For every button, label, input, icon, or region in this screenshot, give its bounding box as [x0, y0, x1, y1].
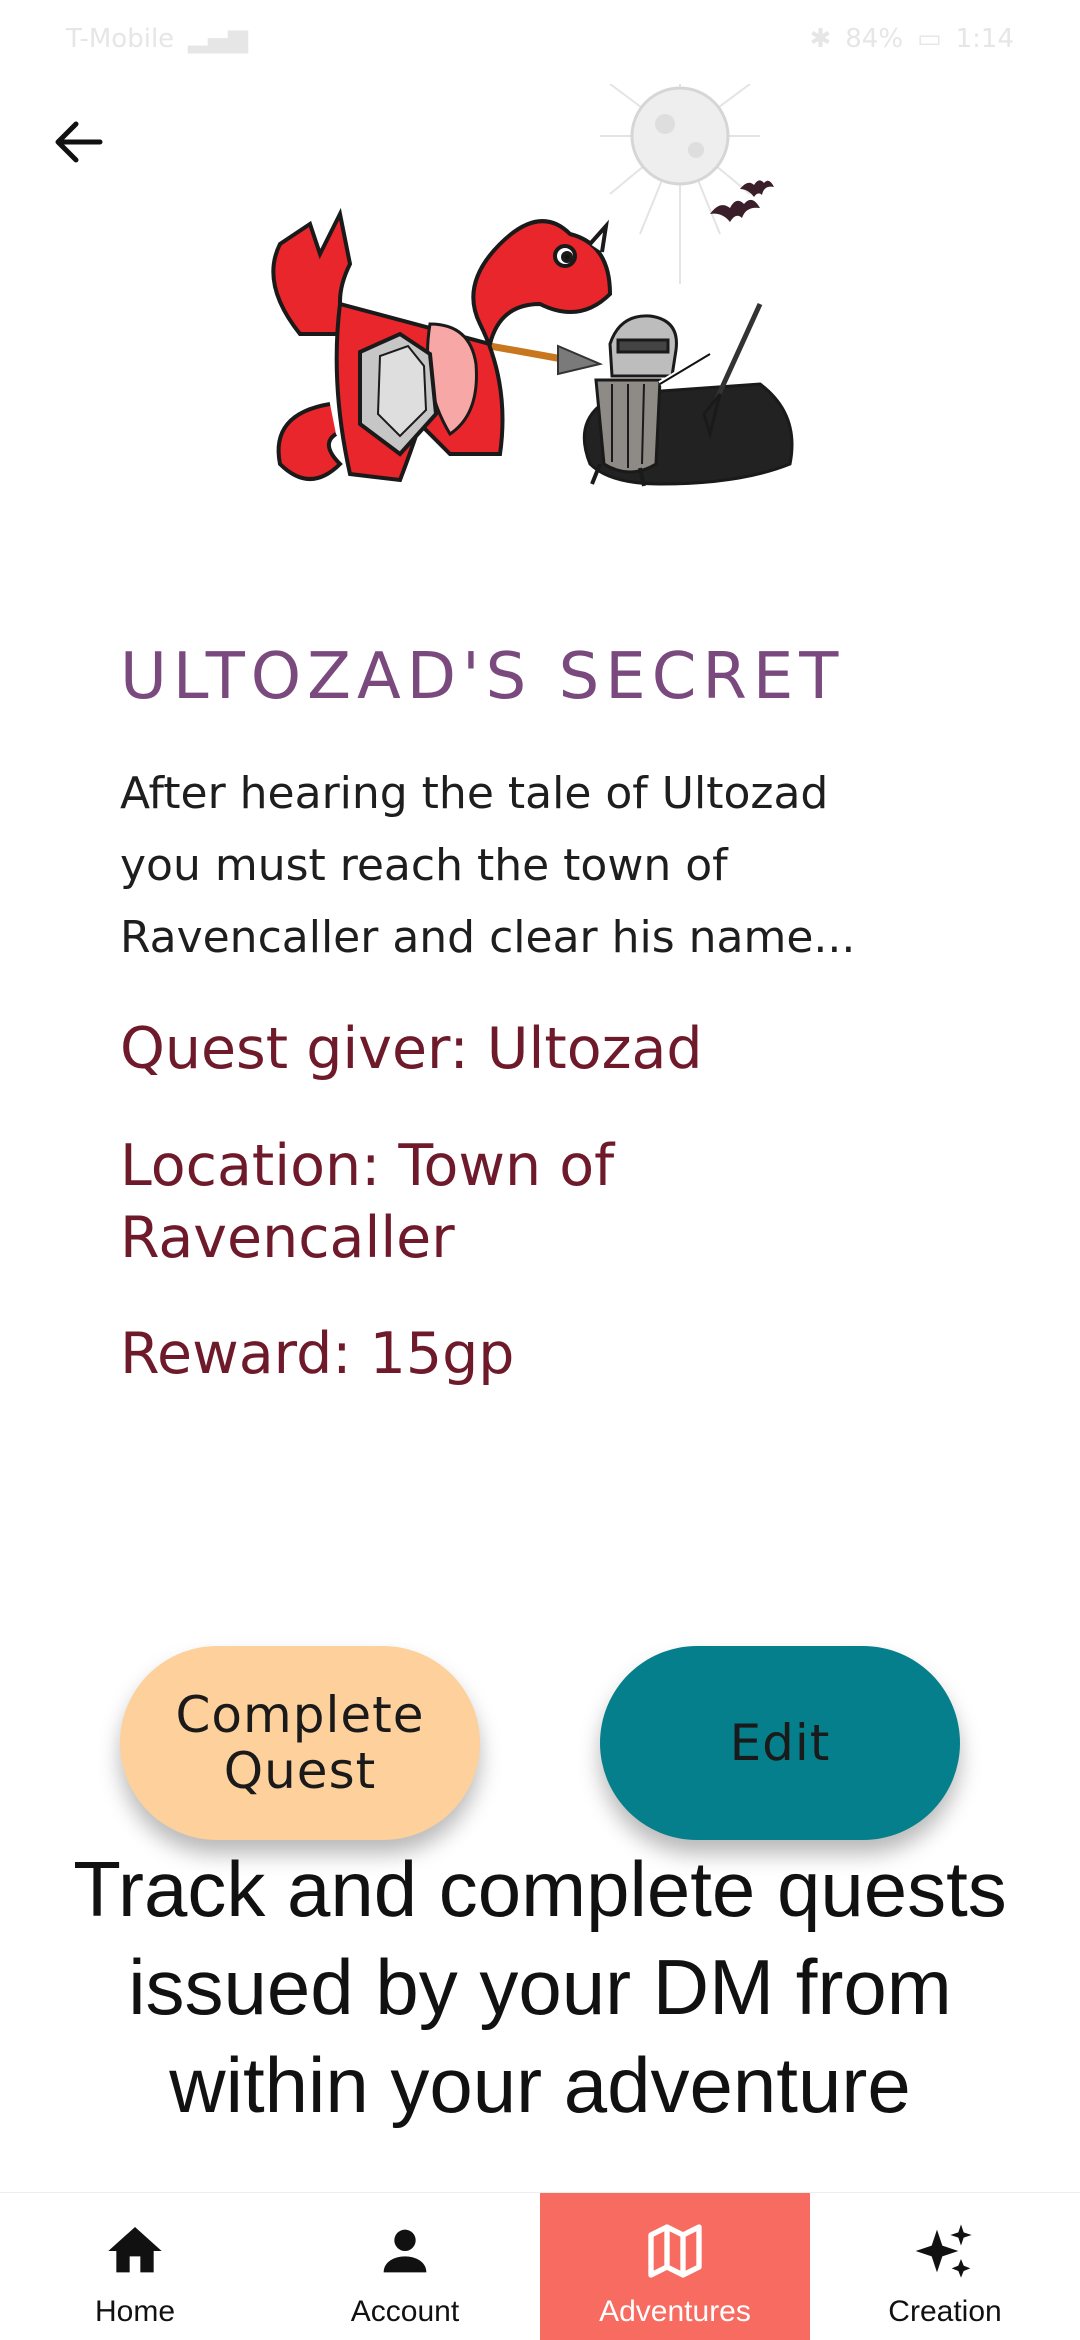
knight-figure	[582, 302, 794, 487]
nav-label-home: Home	[94, 2295, 176, 2328]
home-icon	[99, 2215, 171, 2287]
nav-label-adventures: Adventures	[599, 2295, 751, 2328]
status-left: T-Mobile ▂▄▆	[66, 24, 248, 54]
map-icon	[639, 2215, 711, 2287]
complete-quest-button[interactable]: Complete Quest	[120, 1646, 480, 1840]
quest-description: After hearing the tale of Ultozad you mu…	[120, 768, 856, 963]
status-bar: T-Mobile ▂▄▆ ✱ 84% ▭ 1:14	[0, 0, 1080, 78]
complete-quest-label: Complete Quest	[175, 1686, 425, 1800]
bluetooth-icon: ✱	[809, 24, 832, 54]
moon-icon	[600, 84, 760, 284]
battery-icon: ▭	[917, 24, 942, 54]
back-button[interactable]	[36, 100, 120, 184]
edit-label: Edit	[729, 1714, 831, 1772]
nav-item-account[interactable]: Account	[270, 2193, 540, 2340]
bottom-nav: Home Account Adventures Creation	[0, 2192, 1080, 2340]
account-icon	[369, 2215, 441, 2287]
quest-illustration	[271, 84, 794, 487]
quest-location: Location: Town of Ravencaller	[120, 1133, 615, 1271]
quest-giver: Quest giver: Ultozad	[120, 1016, 703, 1082]
sparkle-icon	[909, 2215, 981, 2287]
nav-item-home[interactable]: Home	[0, 2193, 270, 2340]
nav-item-creation[interactable]: Creation	[810, 2193, 1080, 2340]
battery-level: 84%	[845, 24, 904, 54]
signal-icon: ▂▄▆	[188, 24, 249, 54]
nav-label-creation: Creation	[888, 2295, 1002, 2328]
arrow-left-icon	[55, 121, 103, 163]
status-right: ✱ 84% ▭ 1:14	[809, 24, 1014, 54]
carrier-label: T-Mobile	[66, 24, 175, 54]
nav-item-adventures[interactable]: Adventures	[540, 2193, 810, 2340]
feature-tagline: Track and complete quests issued by your…	[73, 1845, 1007, 2129]
quest-reward: Reward: 15gp	[120, 1321, 515, 1387]
edit-button[interactable]: Edit	[600, 1646, 960, 1840]
clock: 1:14	[955, 24, 1014, 54]
quest-title: ULTOZAD'S SECRET	[120, 640, 845, 714]
nav-label-account: Account	[350, 2295, 460, 2328]
